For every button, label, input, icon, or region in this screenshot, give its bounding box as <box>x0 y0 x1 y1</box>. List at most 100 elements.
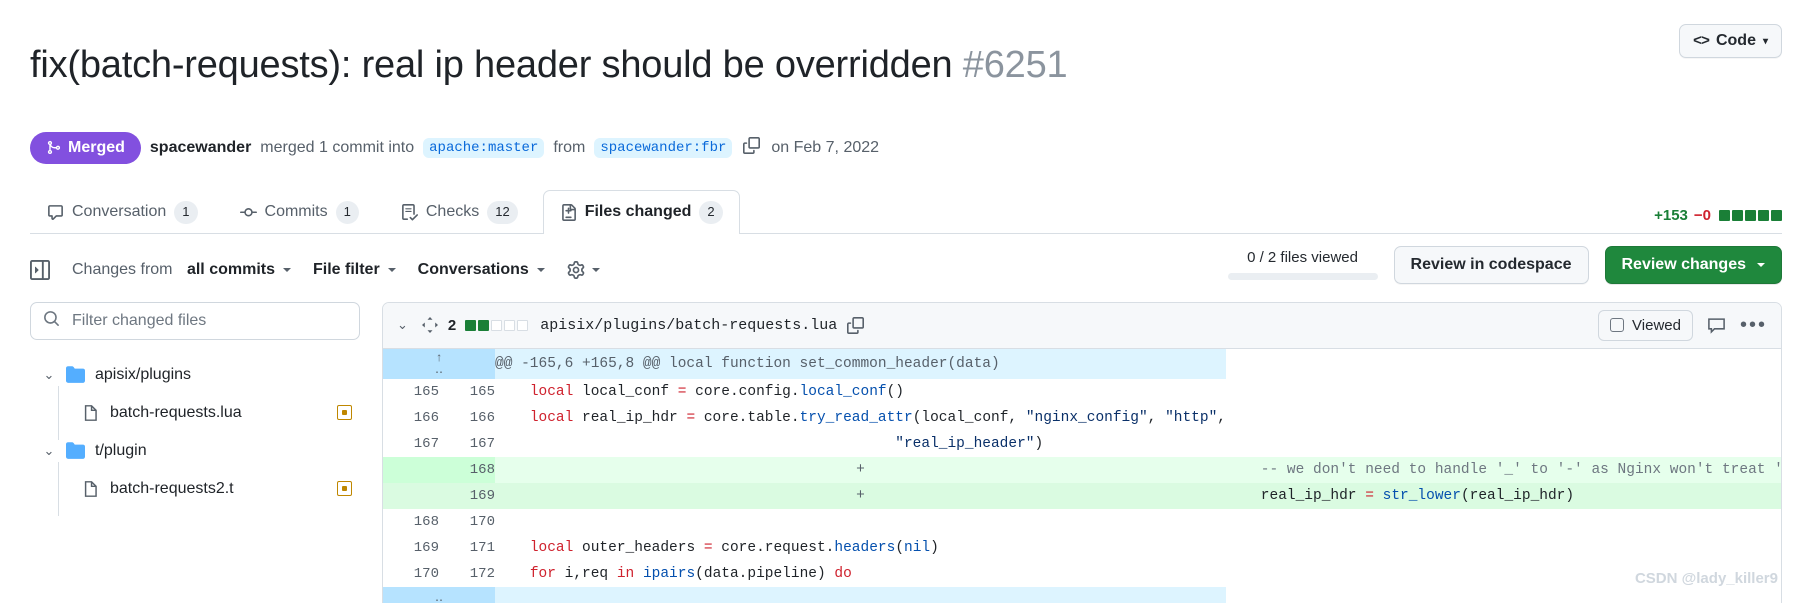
viewed-label: Viewed <box>1632 316 1681 334</box>
expand-placeholder <box>495 586 1226 603</box>
line-number-old: 166 <box>383 404 439 431</box>
tab-checks-count: 12 <box>487 200 518 224</box>
search-input[interactable] <box>70 310 347 331</box>
tree-file-label: batch-requests.lua <box>110 403 242 421</box>
git-merge-icon <box>47 141 61 155</box>
sidebar-expand-icon[interactable] <box>30 259 50 280</box>
code-line: -- we don't need to handle '_' to '-' as… <box>1225 456 1781 483</box>
tree-folder-t-plugin[interactable]: ⌄ t/plugin <box>30 432 360 470</box>
line-number-old: 170 <box>383 560 439 587</box>
conversations-dropdown[interactable]: Conversations <box>418 261 545 279</box>
copy-path-icon[interactable] <box>847 316 865 334</box>
tree-file-batch-requests2-t[interactable]: batch-requests2.t <box>30 461 360 516</box>
tab-commits[interactable]: Commits 1 <box>223 190 376 234</box>
chevron-down-icon: ▾ <box>1762 35 1768 47</box>
diff-table: ↑ ‥ @@ -165,6 +165,8 @@ local function se… <box>383 348 1781 603</box>
diff-toolbar: Changes from all commits File filter Con… <box>0 234 1812 292</box>
head-branch-chip[interactable]: spacewander:fbr <box>594 137 733 158</box>
tab-conversation-label: Conversation <box>72 203 167 221</box>
expand-collapse-icon[interactable] <box>421 317 438 334</box>
search-icon <box>43 310 60 332</box>
tab-commits-count: 1 <box>335 200 359 224</box>
chevron-down-icon <box>591 267 600 272</box>
tab-commits-label: Commits <box>264 203 328 221</box>
file-diff-icon <box>560 203 577 221</box>
commit-icon <box>239 204 257 221</box>
line-number-old: 167 <box>383 430 439 457</box>
diff-file-path[interactable]: apisix/plugins/batch-requests.lua <box>540 317 837 334</box>
pr-author[interactable]: spacewander <box>150 139 251 157</box>
diff-panel: ⌄ 2 apisix/plugins/batch-requests.lua Vi… <box>382 301 1782 603</box>
addition-marker: + <box>495 456 1226 483</box>
filter-changed-files-box[interactable] <box>30 301 360 340</box>
status-badge-label: Merged <box>68 138 125 156</box>
line-number-old: 168 <box>383 508 439 535</box>
chevron-down-icon[interactable]: ⌄ <box>397 317 408 333</box>
line-number-new: 167 <box>439 430 495 457</box>
copy-icon[interactable] <box>743 136 761 159</box>
line-number-new: 170 <box>439 508 495 535</box>
changes-from-dropdown[interactable]: Changes from all commits <box>72 261 291 279</box>
pr-subhead: Merged spacewander merged 1 commit into … <box>30 131 1782 164</box>
line-number-old: 165 <box>383 378 439 405</box>
arrow-down-icon: ‥↓ <box>434 590 443 603</box>
file-status-modified-icon <box>337 405 352 421</box>
tab-checks[interactable]: Checks 12 <box>384 190 535 234</box>
chevron-down-icon: ⌄ <box>43 366 55 382</box>
pr-title-text: fix(batch-requests): real ip header shou… <box>30 44 953 87</box>
tab-conversation-count: 1 <box>174 200 198 224</box>
diffstat-deletions: −0 <box>1693 206 1711 224</box>
code-button[interactable]: <> Code ▾ <box>1678 24 1782 58</box>
file-icon <box>82 480 100 498</box>
code-line: "real_ip_header") <box>495 430 1226 457</box>
review-changes-button[interactable]: Review changes <box>1604 245 1782 284</box>
hunk-expand-up-button[interactable]: ↑ ‥ <box>383 348 495 379</box>
file-tree-panel: ⌄ apisix/plugins batch-requests.lua ⌄ <box>30 301 360 516</box>
code-line: local real_ip_hdr = core.table.try_read_… <box>495 404 1226 431</box>
code-line: for i,req in ipairs(data.pipeline) do <box>495 560 1226 587</box>
diff-file-change-count: 2 <box>447 316 457 334</box>
diffstat-block <box>1758 209 1769 221</box>
pr-number: #6251 <box>962 44 1068 87</box>
code-brackets-icon: <> <box>1692 32 1710 50</box>
code-line <box>495 508 1226 535</box>
tree-file-batch-requests-lua[interactable]: batch-requests.lua <box>30 385 360 440</box>
checkbox-icon <box>1610 318 1625 333</box>
diff-settings-button[interactable] <box>567 260 600 279</box>
line-number-new: 165 <box>439 378 495 405</box>
page-title: fix(batch-requests): real ip header shou… <box>30 43 1068 88</box>
review-changes-label: Review changes <box>1621 255 1747 273</box>
from-text: from <box>553 138 586 156</box>
tree-folder-apisix-plugins[interactable]: ⌄ apisix/plugins <box>30 356 360 394</box>
line-number-new: 169 <box>439 482 495 509</box>
tab-files-changed-label: Files changed <box>584 203 692 221</box>
file-filter-dropdown[interactable]: File filter <box>313 261 396 279</box>
review-in-codespace-button[interactable]: Review in codespace <box>1393 245 1589 284</box>
copy-glyph <box>743 136 761 154</box>
tab-conversation[interactable]: Conversation 1 <box>30 190 215 234</box>
diff-row-context: 168 170 <box>383 508 1781 535</box>
line-number-old: 169 <box>383 534 439 561</box>
file-status-modified-icon <box>337 481 352 497</box>
diff-body: ⌄ apisix/plugins batch-requests.lua ⌄ <box>0 292 1812 603</box>
file-tree: ⌄ apisix/plugins batch-requests.lua ⌄ t/… <box>30 356 360 516</box>
diff-row-addition: 168 + -- we don't need to handle '_' to … <box>383 456 1781 483</box>
diff-file-blocks <box>465 319 529 331</box>
diff-file-header-actions: Viewed ••• <box>1598 309 1767 341</box>
arrow-up-icon: ↑ ‥ <box>434 350 443 377</box>
viewed-checkbox-button[interactable]: Viewed <box>1598 309 1693 341</box>
pr-header: fix(batch-requests): real ip header shou… <box>0 0 1812 164</box>
comment-icon[interactable] <box>1707 316 1726 335</box>
title-row: fix(batch-requests): real ip header shou… <box>30 18 1782 114</box>
diff-toolbar-right: 0 / 2 files viewed Review in codespace R… <box>1227 245 1782 284</box>
hunk-expand-down-button[interactable]: ‥↓ <box>383 586 495 603</box>
base-branch-chip[interactable]: apache:master <box>423 137 545 158</box>
tab-files-changed[interactable]: Files changed 2 <box>542 189 740 235</box>
tree-folder-label: t/plugin <box>95 441 147 459</box>
diffstat-block <box>1719 209 1730 221</box>
diff-file-header: ⌄ 2 apisix/plugins/batch-requests.lua Vi… <box>383 302 1781 349</box>
more-options-icon[interactable]: ••• <box>1740 315 1767 335</box>
chevron-down-icon: ⌄ <box>43 442 55 458</box>
gear-icon <box>567 260 585 279</box>
folder-icon <box>66 441 85 460</box>
